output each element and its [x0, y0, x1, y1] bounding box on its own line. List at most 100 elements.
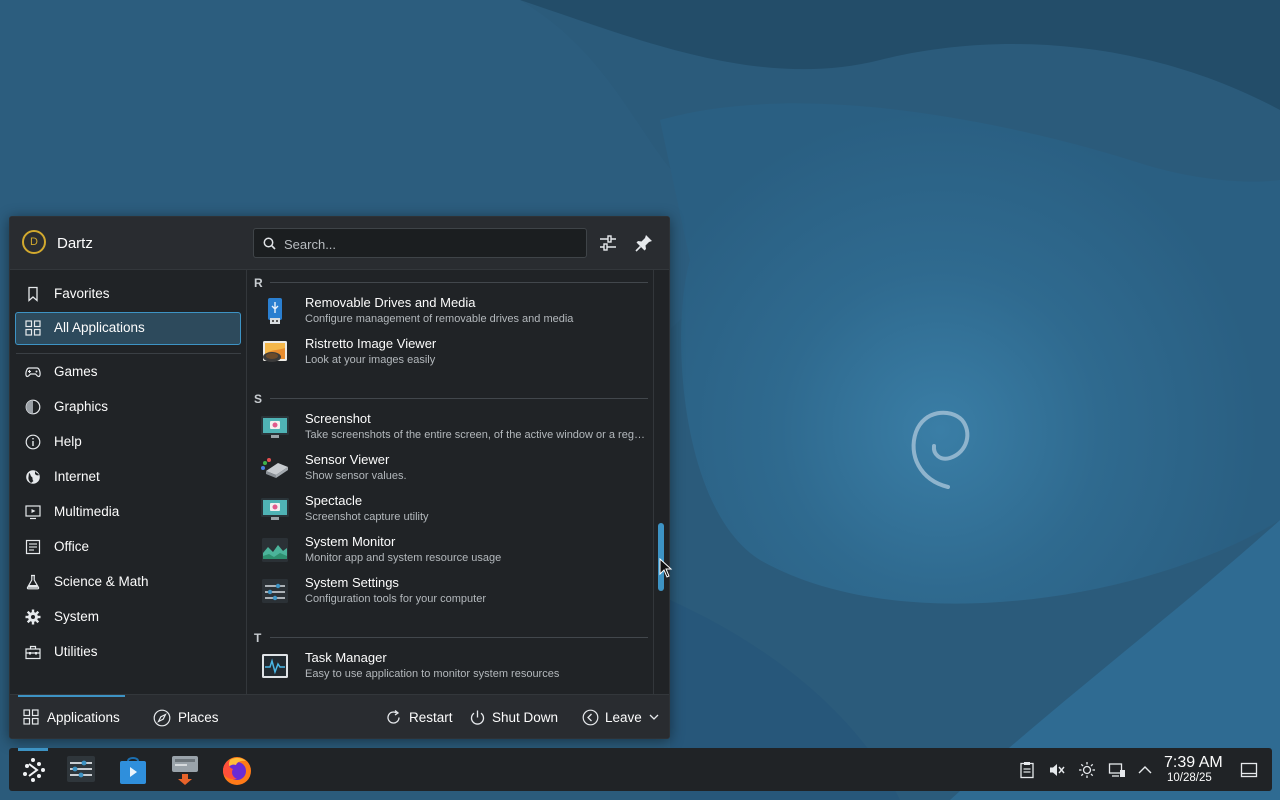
app-description: Screenshot capture utility [305, 511, 429, 523]
app-description: Configuration tools for your computer [305, 593, 486, 605]
search-input[interactable] [282, 232, 576, 256]
launcher-header: D Dartz [10, 217, 669, 270]
app-item-screenshot[interactable]: Screenshot Take screenshots of the entir… [256, 408, 651, 448]
app-item-task-manager[interactable]: Task Manager Easy to use application to … [256, 647, 651, 687]
sidebar-item-graphics[interactable]: Graphics [15, 391, 241, 424]
app-description: Easy to use application to monitor syste… [305, 668, 560, 680]
app-item-spectacle[interactable]: Spectacle Screenshot capture utility [256, 490, 651, 530]
firefox-icon [223, 757, 251, 785]
active-tab-indicator [18, 695, 125, 697]
graphics-icon [25, 399, 41, 415]
app-item-sensor-viewer[interactable]: Sensor Viewer Show sensor values. [256, 449, 651, 489]
app-name: Sensor Viewer [305, 452, 390, 467]
app-item-ristretto[interactable]: Ristretto Image Viewer Look at your imag… [256, 333, 651, 373]
app-name: Spectacle [305, 493, 363, 508]
sidebar-item-all-applications[interactable]: All Applications [15, 312, 241, 345]
grid-icon [23, 709, 39, 725]
pin-button[interactable] [632, 231, 656, 255]
taskbar-system-settings[interactable] [63, 752, 99, 788]
sidebar-item-internet[interactable]: Internet [15, 461, 241, 494]
clock-time[interactable]: 7:39 AM [1164, 754, 1223, 772]
sidebar-item-help[interactable]: Help [15, 426, 241, 459]
grid-icon [25, 320, 41, 336]
sidebar-item-favorites[interactable]: Favorites [15, 278, 241, 311]
launcher-footer: Applications Places Restart Shut Down Le… [10, 694, 669, 738]
globe-icon [26, 470, 40, 484]
show-desktop-icon[interactable] [1240, 761, 1258, 779]
image-viewer-icon [263, 341, 287, 362]
sidebar-item-label: Multimedia [54, 504, 120, 519]
app-name: Task Manager [305, 650, 387, 665]
configure-button[interactable] [596, 231, 620, 255]
info-icon [25, 434, 41, 450]
app-item-system-monitor[interactable]: System Monitor Monitor app and system re… [256, 531, 651, 571]
chevron-up-icon[interactable] [1136, 761, 1154, 779]
pin-icon [635, 235, 652, 252]
sidebar-item-games[interactable]: Games [15, 356, 241, 389]
spectacle-icon [261, 498, 289, 520]
taskbar: 7:39 AM 10/28/25 [9, 748, 1272, 791]
disk-manager-icon [172, 756, 198, 785]
avatar[interactable]: D [22, 230, 46, 254]
section-header-t: T [254, 631, 262, 645]
sidebar-item-label: Help [54, 434, 82, 449]
task-manager-icon [262, 654, 288, 678]
office-icon [25, 539, 41, 555]
sidebar-item-science-math[interactable]: Science & Math [15, 566, 241, 599]
sidebar-item-label: Games [54, 364, 98, 379]
gamepad-icon [25, 367, 41, 378]
sidebar-item-multimedia[interactable]: Multimedia [15, 496, 241, 529]
search-icon [263, 237, 276, 250]
tab-places[interactable]: Places [153, 708, 223, 728]
sidebar-item-label: Science & Math [54, 574, 149, 589]
volume-muted-icon[interactable] [1048, 761, 1066, 779]
sidebar-item-office[interactable]: Office [15, 531, 241, 564]
app-name: Ristretto Image Viewer [305, 336, 437, 351]
shutdown-label: Shut Down [492, 710, 559, 725]
network-icon[interactable] [1108, 761, 1126, 779]
shutdown-button[interactable]: Shut Down [469, 708, 564, 728]
taskbar-firefox[interactable] [219, 752, 255, 788]
bookmark-icon [28, 286, 38, 302]
app-item-removable-drives[interactable]: Removable Drives and Media Configure man… [256, 292, 651, 332]
app-name: Screenshot [305, 411, 371, 426]
taskbar-discover[interactable] [115, 752, 151, 788]
tab-label: Places [178, 710, 219, 725]
sidebar-item-label: Utilities [54, 644, 98, 659]
scrollbar-track[interactable] [653, 270, 654, 694]
mouse-cursor [659, 558, 673, 578]
clock-date[interactable]: 10/28/25 [1167, 772, 1212, 784]
app-description: Monitor app and system resource usage [305, 552, 502, 564]
app-item-system-settings[interactable]: System Settings Configuration tools for … [256, 572, 651, 612]
brightness-icon[interactable] [1078, 761, 1096, 779]
app-description: Look at your images easily [305, 354, 436, 366]
app-name: System Settings [305, 575, 399, 590]
compass-icon [153, 709, 171, 727]
taskbar-disk-manager[interactable] [167, 752, 203, 788]
tab-applications[interactable]: Applications [23, 708, 123, 728]
sidebar-item-label: System [54, 609, 100, 624]
restart-label: Restart [409, 710, 453, 725]
clipboard-icon[interactable] [1018, 761, 1036, 779]
restart-button[interactable]: Restart [385, 708, 457, 728]
app-description: Configure management of removable drives… [305, 313, 574, 325]
active-launcher-indicator [18, 748, 48, 751]
sidebar-item-label: Graphics [54, 399, 109, 414]
restart-icon [387, 710, 400, 724]
system-settings-icon [262, 579, 288, 603]
flask-icon [26, 574, 40, 590]
app-name: Removable Drives and Media [305, 295, 476, 310]
user-name: Dartz [57, 235, 93, 252]
leave-button[interactable]: Leave [582, 708, 662, 728]
sidebar-item-label: All Applications [54, 320, 145, 335]
sidebar-item-system[interactable]: System [15, 601, 241, 634]
system-monitor-icon [262, 538, 288, 562]
application-launcher-menu: D Dartz Favorites [9, 216, 670, 739]
scrollbar-thumb[interactable] [658, 523, 664, 591]
application-launcher-button[interactable] [15, 752, 51, 788]
section-divider [270, 637, 648, 638]
power-icon [470, 710, 485, 725]
sidebar-item-utilities[interactable]: Utilities [15, 636, 241, 669]
application-list: R Removable Drives and Media Configure m… [248, 270, 668, 694]
search-field[interactable] [253, 228, 587, 258]
